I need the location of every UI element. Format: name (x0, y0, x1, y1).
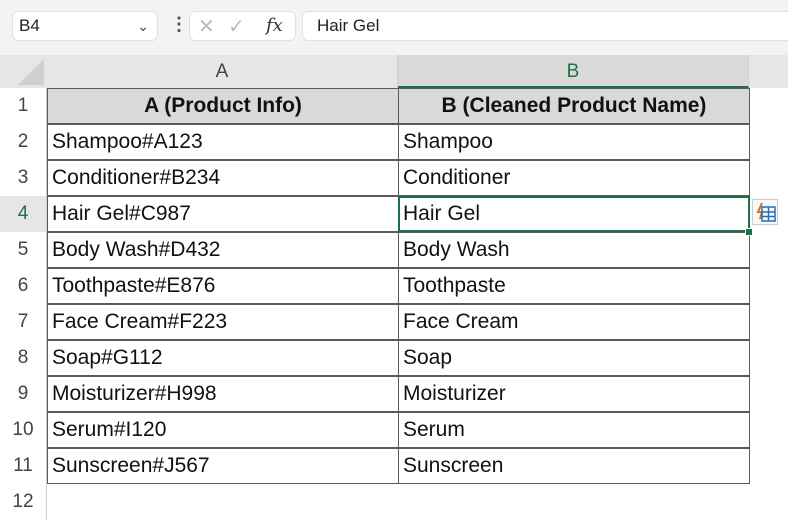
row-header-6[interactable]: 6 (0, 268, 47, 304)
cell-b6[interactable]: Toothpaste (398, 268, 750, 304)
row-header-8[interactable]: 8 (0, 340, 47, 376)
cell-b2[interactable]: Shampoo (398, 124, 750, 160)
column-header-a[interactable]: A (47, 55, 398, 88)
fill-handle[interactable] (745, 228, 753, 236)
cell-b3[interactable]: Conditioner (398, 160, 750, 196)
more-options-icon[interactable]: ⋮ (170, 14, 188, 35)
column-header-b[interactable]: B (398, 55, 749, 88)
cell-b10[interactable]: Serum (398, 412, 750, 448)
cell-b8[interactable]: Soap (398, 340, 750, 376)
cell-a5[interactable]: Body Wash#D432 (47, 232, 399, 268)
row-header-3[interactable]: 3 (0, 160, 47, 196)
quick-analysis-flash-fill-icon[interactable] (752, 199, 778, 225)
row-header-11[interactable]: 11 (0, 448, 47, 484)
row-header-1[interactable]: 1 (0, 88, 47, 124)
cell-a2[interactable]: Shampoo#A123 (47, 124, 399, 160)
row-header-9[interactable]: 9 (0, 376, 47, 412)
row-header-7[interactable]: 7 (0, 304, 47, 340)
cell-a7[interactable]: Face Cream#F223 (47, 304, 399, 340)
chevron-down-icon[interactable]: ⌄ (137, 12, 149, 40)
column-header-c[interactable] (749, 55, 788, 88)
header-cell-b[interactable]: B (Cleaned Product Name) (398, 88, 750, 124)
enter-icon[interactable]: ✓ (228, 14, 245, 39)
cancel-icon[interactable]: ✕ (198, 14, 215, 39)
cell-b4[interactable]: Hair Gel (398, 196, 750, 232)
cell-a3[interactable]: Conditioner#B234 (47, 160, 399, 196)
name-box[interactable]: B4 ⌄ (12, 11, 158, 41)
row-header-2[interactable]: 2 (0, 124, 47, 160)
cell-b9[interactable]: Moisturizer (398, 376, 750, 412)
name-box-value: B4 (19, 16, 40, 35)
row-header-10[interactable]: 10 (0, 412, 47, 448)
cell-a11[interactable]: Sunscreen#J567 (47, 448, 399, 484)
cell-b5[interactable]: Body Wash (398, 232, 750, 268)
cell-a4[interactable]: Hair Gel#C987 (47, 196, 399, 232)
formula-bar[interactable]: Hair Gel (302, 11, 788, 41)
formula-buttons: ✕ ✓ fx (189, 11, 296, 41)
select-all-button[interactable] (0, 55, 47, 88)
cell-a6[interactable]: Toothpaste#E876 (47, 268, 399, 304)
cell-a8[interactable]: Soap#G112 (47, 340, 399, 376)
row-header-12[interactable]: 12 (0, 484, 47, 520)
cell-a9[interactable]: Moisturizer#H998 (47, 376, 399, 412)
cell-b11[interactable]: Sunscreen (398, 448, 750, 484)
row-header-4[interactable]: 4 (0, 196, 47, 232)
fx-icon[interactable]: fx (266, 15, 283, 36)
row-header-5[interactable]: 5 (0, 232, 47, 268)
cell-b7[interactable]: Face Cream (398, 304, 750, 340)
header-cell-a[interactable]: A (Product Info) (47, 88, 399, 124)
cell-a10[interactable]: Serum#I120 (47, 412, 399, 448)
